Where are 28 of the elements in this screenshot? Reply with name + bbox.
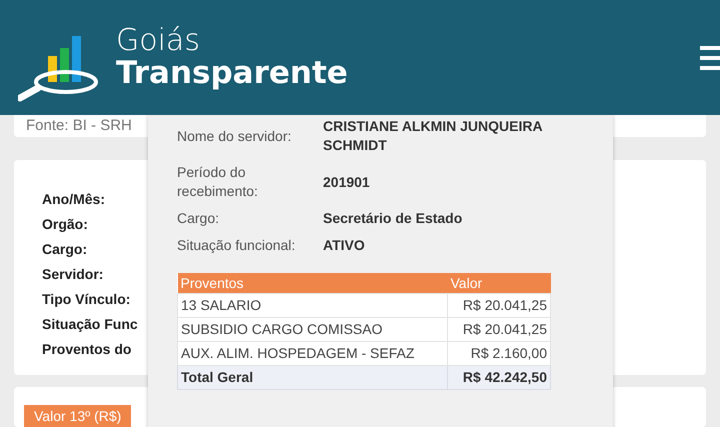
field-label: Servidor: — [42, 266, 104, 283]
column-header: Valor — [448, 273, 550, 294]
logo-text: Transparente — [116, 58, 348, 89]
field-label: Situação Func — [42, 316, 138, 333]
table-cell: R$ 20.041,25 — [448, 318, 550, 342]
table-cell: 13 SALARIO — [178, 294, 448, 318]
field-label: Orgão: — [42, 216, 88, 233]
field-label: Situação funcional: — [177, 236, 296, 255]
field-label: Cargo: — [42, 241, 88, 258]
logo-text: Goiás — [116, 26, 201, 56]
source-note: Fonte: BI - SRH — [26, 117, 132, 134]
field-label: Proventos do — [42, 341, 132, 358]
field-label: Ano/Mês: — [42, 191, 105, 208]
table-cell: SUBSIDIO CARGO COMISSAO — [178, 318, 448, 342]
table-cell: R$ 20.041,25 — [448, 294, 550, 318]
field-value: CRISTIANE ALKMIN JUNQUEIRA SCHMIDT — [323, 117, 544, 155]
field-value: 201901 — [323, 172, 371, 192]
field-value: ATIVO — [323, 236, 366, 255]
table-cell: Total Geral — [178, 366, 448, 390]
field-label: Tipo Vínculo: — [42, 291, 130, 308]
table-cell: R$ 42.242,50 — [448, 366, 550, 390]
field-label: Período do recebimento: — [177, 163, 259, 201]
column-header: Proventos — [178, 273, 448, 294]
field-label: Cargo: — [177, 209, 220, 228]
field-value: Secretário de Estado — [323, 209, 464, 228]
field-label: Nome do servidor: — [177, 126, 292, 146]
value-tab[interactable]: Valor 13º (R$) — [24, 405, 132, 427]
menu-icon[interactable] — [700, 44, 720, 72]
